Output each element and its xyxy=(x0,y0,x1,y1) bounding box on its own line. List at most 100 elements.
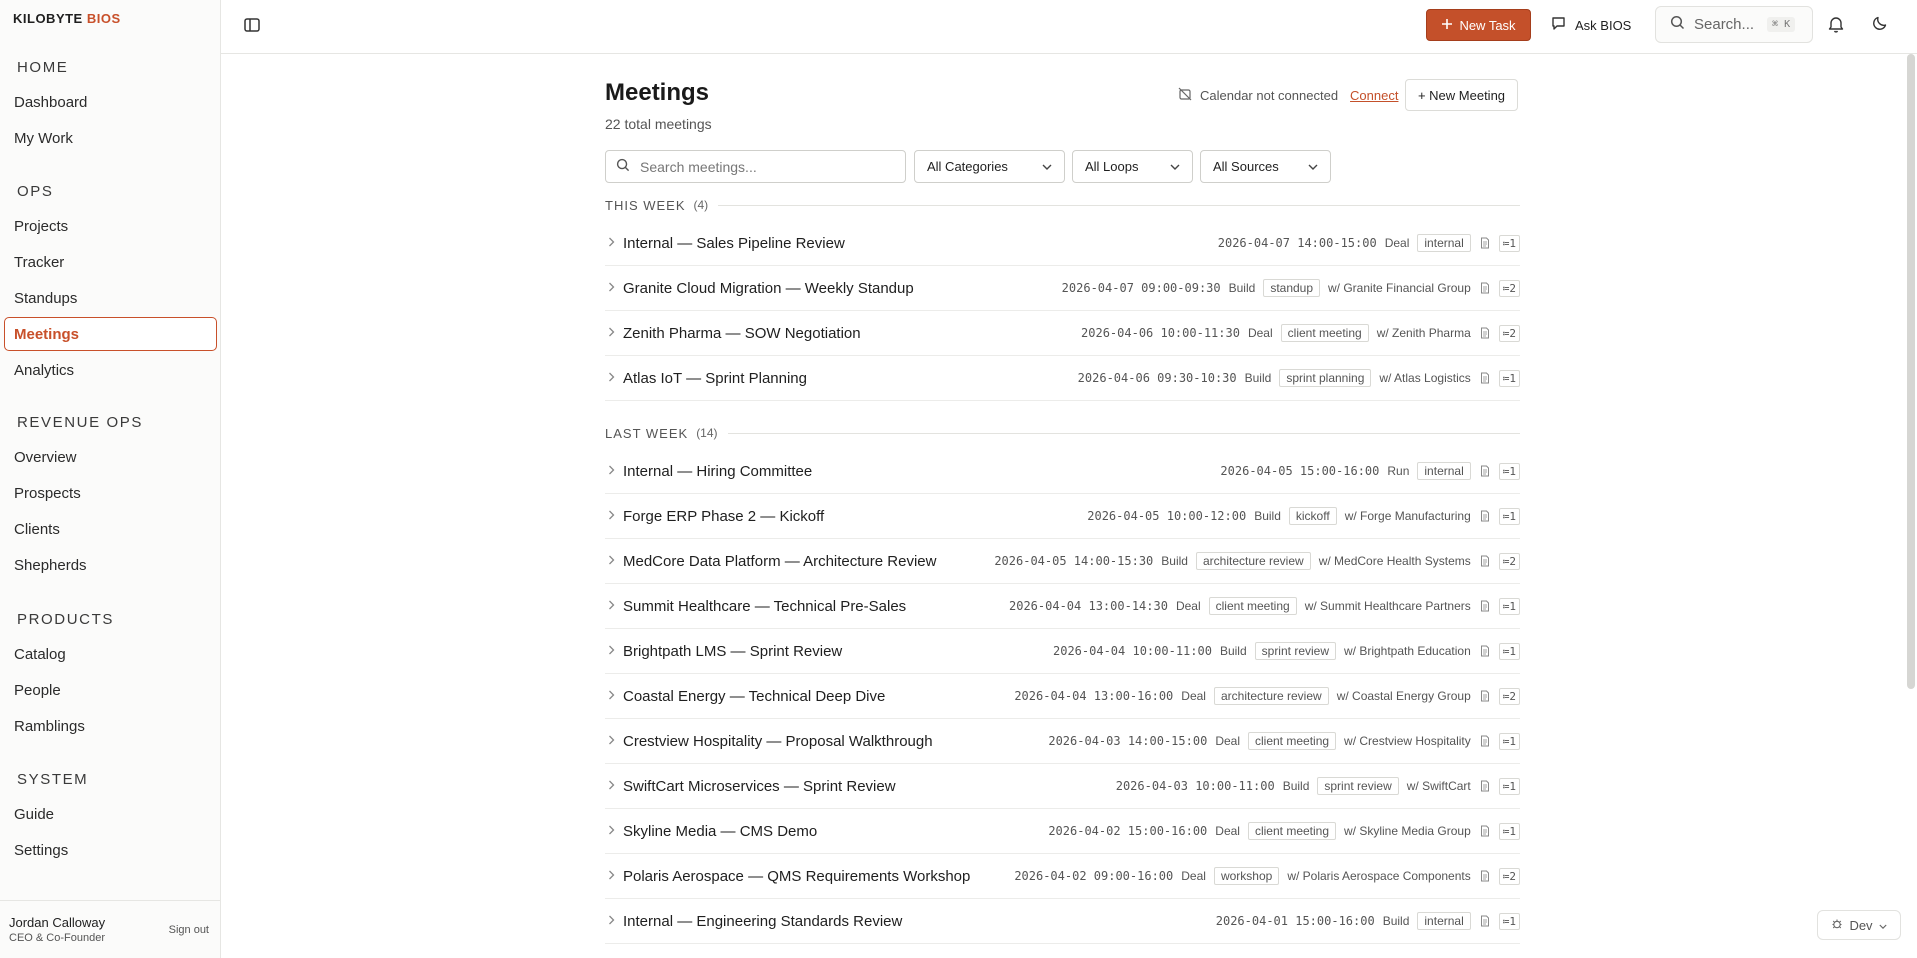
meeting-title[interactable]: Forge ERP Phase 2 — Kickoff xyxy=(623,508,824,525)
meeting-row[interactable]: Coastal Energy — Technical Deep Dive 202… xyxy=(605,674,1520,719)
meeting-row[interactable]: Polaris Aerospace — QMS Requirements Wor… xyxy=(605,854,1520,899)
loop-count-badge[interactable]: ≔1 xyxy=(1498,777,1520,795)
chevron-right-icon[interactable] xyxy=(605,599,623,613)
meeting-row[interactable]: SwiftCart Microservices — Sprint Review … xyxy=(605,764,1520,809)
sidebar-item-guide[interactable]: Guide xyxy=(4,797,217,831)
new-meeting-button[interactable]: + New Meeting xyxy=(1405,79,1518,111)
chevron-right-icon[interactable] xyxy=(605,869,623,883)
loop-count-badge[interactable]: ≔2 xyxy=(1498,867,1520,885)
meeting-title[interactable]: Internal — Hiring Committee xyxy=(623,463,812,480)
meeting-title[interactable]: Internal — Engineering Standards Review xyxy=(623,913,902,930)
ask-bios-button[interactable]: Ask BIOS xyxy=(1551,9,1639,41)
meeting-row[interactable]: Zenith Pharma — SOW Negotiation 2026-04-… xyxy=(605,311,1520,356)
meeting-title[interactable]: Crestview Hospitality — Proposal Walkthr… xyxy=(623,733,933,750)
loop-filter-select[interactable]: All Loops xyxy=(1072,150,1193,183)
document-icon[interactable] xyxy=(1479,734,1491,748)
chevron-right-icon[interactable] xyxy=(605,326,623,340)
document-icon[interactable] xyxy=(1479,326,1491,340)
loop-count-badge[interactable]: ≔1 xyxy=(1498,234,1520,252)
meeting-title[interactable]: Zenith Pharma — SOW Negotiation xyxy=(623,325,861,342)
sidebar-item-tracker[interactable]: Tracker xyxy=(4,245,217,279)
chevron-right-icon[interactable] xyxy=(605,464,623,478)
chevron-right-icon[interactable] xyxy=(605,644,623,658)
sidebar-item-dashboard[interactable]: Dashboard xyxy=(4,85,217,119)
document-icon[interactable] xyxy=(1479,371,1491,385)
sidebar-item-settings[interactable]: Settings xyxy=(4,833,217,867)
meeting-title[interactable]: Coastal Energy — Technical Deep Dive xyxy=(623,688,885,705)
meeting-row[interactable]: Atlas IoT — Sprint Planning 2026-04-06 0… xyxy=(605,356,1520,401)
chevron-right-icon[interactable] xyxy=(605,236,623,250)
category-filter-select[interactable]: All Categories xyxy=(914,150,1065,183)
chevron-right-icon[interactable] xyxy=(605,779,623,793)
document-icon[interactable] xyxy=(1479,236,1491,250)
chevron-right-icon[interactable] xyxy=(605,371,623,385)
document-icon[interactable] xyxy=(1479,869,1491,883)
chevron-right-icon[interactable] xyxy=(605,824,623,838)
meeting-row[interactable]: Internal — Engineering Standards Review … xyxy=(605,899,1520,944)
loop-count-badge[interactable]: ≔1 xyxy=(1498,912,1520,930)
global-search-input[interactable]: Search... ⌘ K xyxy=(1655,6,1813,43)
meeting-row[interactable]: Forge ERP Phase 2 — Kickoff 2026-04-05 1… xyxy=(605,494,1520,539)
bell-icon[interactable] xyxy=(1828,15,1844,38)
document-icon[interactable] xyxy=(1479,779,1491,793)
meeting-row[interactable]: Crestview Hospitality — Proposal Walkthr… xyxy=(605,719,1520,764)
new-task-button[interactable]: New Task xyxy=(1426,9,1531,41)
dev-environment-badge[interactable]: Dev xyxy=(1817,910,1901,940)
sidebar-item-standups[interactable]: Standups xyxy=(4,281,217,315)
meeting-title[interactable]: Atlas IoT — Sprint Planning xyxy=(623,370,807,387)
meeting-row[interactable]: Granite Cloud Migration — Weekly Standup… xyxy=(605,266,1520,311)
chevron-right-icon[interactable] xyxy=(605,914,623,928)
loop-count-badge[interactable]: ≔2 xyxy=(1498,552,1520,570)
chevron-right-icon[interactable] xyxy=(605,734,623,748)
chevron-right-icon[interactable] xyxy=(605,281,623,295)
sidebar-item-overview[interactable]: Overview xyxy=(4,440,217,474)
meeting-row[interactable]: Summit Healthcare — Technical Pre-Sales … xyxy=(605,584,1520,629)
sidebar-item-my-work[interactable]: My Work xyxy=(4,121,217,155)
chevron-right-icon[interactable] xyxy=(605,554,623,568)
meeting-row[interactable]: MedCore Data Platform — Architecture Rev… xyxy=(605,539,1520,584)
meeting-title[interactable]: Brightpath LMS — Sprint Review xyxy=(623,643,842,660)
sidebar-item-analytics[interactable]: Analytics xyxy=(4,353,217,387)
search-meetings-input[interactable]: Search meetings... xyxy=(605,150,906,183)
sidebar-item-people[interactable]: People xyxy=(4,673,217,707)
loop-count-badge[interactable]: ≔1 xyxy=(1498,822,1520,840)
loop-count-badge[interactable]: ≔1 xyxy=(1498,369,1520,387)
loop-count-badge[interactable]: ≔1 xyxy=(1498,642,1520,660)
loop-count-badge[interactable]: ≔1 xyxy=(1498,507,1520,525)
brand-logo[interactable]: KILOBYTE BIOS xyxy=(13,11,121,26)
loop-count-badge[interactable]: ≔2 xyxy=(1498,324,1520,342)
sidebar-item-shepherds[interactable]: Shepherds xyxy=(4,548,217,582)
meeting-title[interactable]: Granite Cloud Migration — Weekly Standup xyxy=(623,280,914,297)
sidebar-item-projects[interactable]: Projects xyxy=(4,209,217,243)
meeting-title[interactable]: SwiftCart Microservices — Sprint Review xyxy=(623,778,896,795)
document-icon[interactable] xyxy=(1479,914,1491,928)
meeting-row[interactable]: Internal — Sales Pipeline Review 2026-04… xyxy=(605,221,1520,266)
document-icon[interactable] xyxy=(1479,644,1491,658)
meeting-title[interactable]: MedCore Data Platform — Architecture Rev… xyxy=(623,553,936,570)
sidebar-item-meetings[interactable]: Meetings xyxy=(4,317,217,351)
loop-count-badge[interactable]: ≔1 xyxy=(1498,732,1520,750)
meeting-title[interactable]: Skyline Media — CMS Demo xyxy=(623,823,817,840)
sidebar-item-ramblings[interactable]: Ramblings xyxy=(4,709,217,743)
scrollbar[interactable] xyxy=(1907,54,1915,689)
sidebar-toggle-icon[interactable] xyxy=(243,16,263,36)
sidebar-item-clients[interactable]: Clients xyxy=(4,512,217,546)
moon-icon[interactable] xyxy=(1872,15,1888,36)
document-icon[interactable] xyxy=(1479,509,1491,523)
sign-out-link[interactable]: Sign out xyxy=(169,924,209,936)
document-icon[interactable] xyxy=(1479,464,1491,478)
document-icon[interactable] xyxy=(1479,281,1491,295)
meeting-row[interactable]: Brightpath LMS — Sprint Review 2026-04-0… xyxy=(605,629,1520,674)
calendar-connect-link[interactable]: Connect xyxy=(1350,88,1398,103)
meeting-title[interactable]: Internal — Sales Pipeline Review xyxy=(623,235,845,252)
sidebar-item-catalog[interactable]: Catalog xyxy=(4,637,217,671)
sidebar-item-prospects[interactable]: Prospects xyxy=(4,476,217,510)
document-icon[interactable] xyxy=(1479,824,1491,838)
loop-count-badge[interactable]: ≔2 xyxy=(1498,279,1520,297)
loop-count-badge[interactable]: ≔1 xyxy=(1498,597,1520,615)
loop-count-badge[interactable]: ≔1 xyxy=(1498,462,1520,480)
chevron-right-icon[interactable] xyxy=(605,509,623,523)
document-icon[interactable] xyxy=(1479,689,1491,703)
meeting-title[interactable]: Summit Healthcare — Technical Pre-Sales xyxy=(623,598,906,615)
meeting-title[interactable]: Polaris Aerospace — QMS Requirements Wor… xyxy=(623,868,970,885)
